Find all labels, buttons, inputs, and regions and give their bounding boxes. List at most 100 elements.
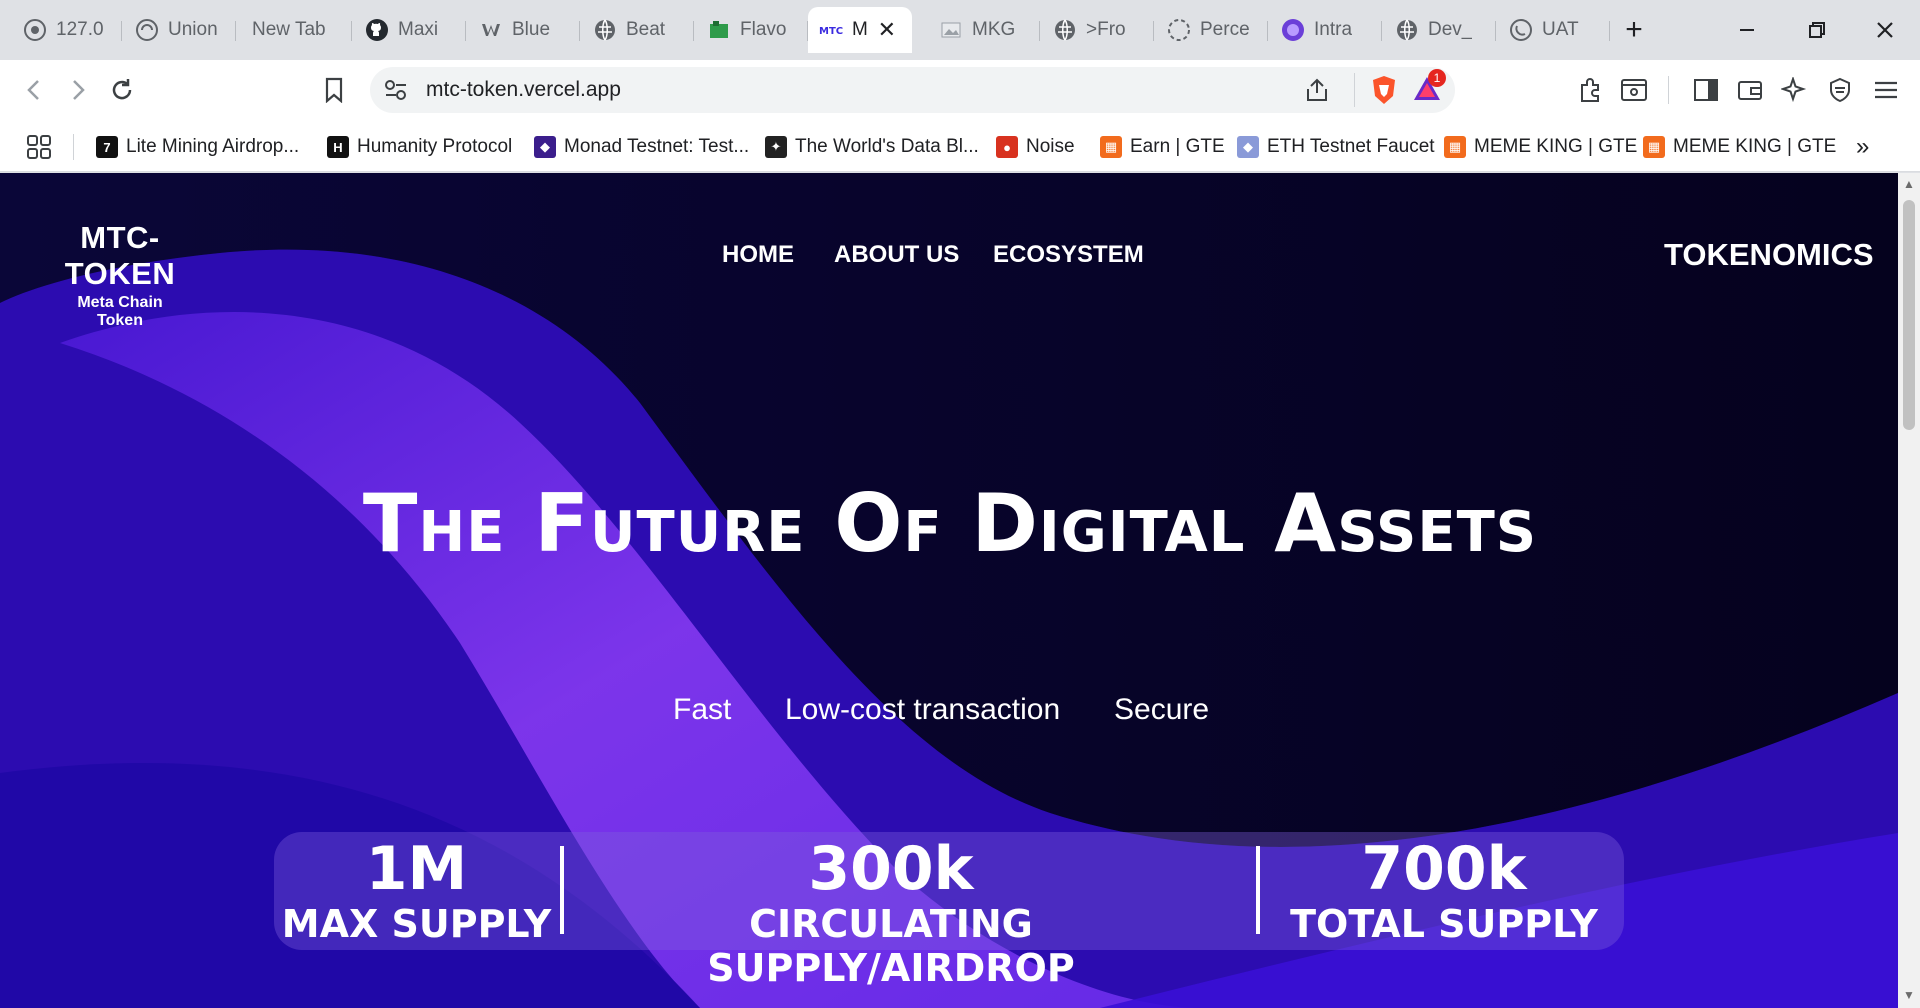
feature-fast: Fast [673, 693, 732, 726]
tab-title: >Fro [1086, 19, 1126, 40]
tab[interactable]: MKG [928, 7, 1040, 53]
nav-about-us[interactable]: ABOUT US [834, 241, 959, 269]
tab-strip: 127.0 Union New Tab Maxi Blue Beat Flavo… [0, 0, 1920, 60]
page-scrollbar[interactable]: ▲ ▼ [1898, 173, 1920, 1008]
site-logo[interactable]: MTC-TOKEN Meta Chain Token [30, 220, 210, 330]
tab-title: Beat [626, 19, 666, 40]
bookmarks-bar: 7 Lite Mining Airdrop... H Humanity Prot… [0, 120, 1920, 172]
tab[interactable]: Union [124, 7, 236, 53]
bookmark-label: The World's Data Bl... [795, 136, 979, 157]
tab-active[interactable]: MTC M ✕ [808, 7, 912, 53]
feature-low-cost: Low-cost transaction [785, 693, 1061, 726]
tab[interactable]: Intra [1270, 7, 1382, 53]
intract-icon [1280, 17, 1306, 43]
hero-title: The Future Of Digital Assets [362, 477, 1538, 570]
browser-toolbar: mtc-token.vercel.app 1 [0, 60, 1920, 120]
tab[interactable]: 127.0 [12, 7, 122, 53]
bookmark-item[interactable]: ◆ Monad Testnet: Test... [534, 133, 749, 161]
apps-icon[interactable] [26, 133, 52, 161]
reload-button[interactable] [102, 70, 142, 110]
share-icon[interactable] [1304, 77, 1330, 108]
more-bookmarks-chevron-icon[interactable]: » [1856, 133, 1869, 161]
tab[interactable]: Blue [468, 7, 580, 53]
bookmark-label: Noise [1026, 136, 1075, 157]
gte-icon: ▦ [1643, 136, 1665, 158]
bookmark-label: Humanity Protocol [357, 136, 513, 157]
back-button[interactable] [14, 70, 54, 110]
minimize-button[interactable] [1720, 8, 1774, 52]
nav-tokenomics[interactable]: TOKENOMICS [1664, 237, 1874, 273]
forward-button[interactable] [58, 70, 98, 110]
tab[interactable]: Perce [1156, 7, 1268, 53]
extensions-icon[interactable] [1570, 70, 1610, 110]
tab-title: Perce [1200, 19, 1250, 40]
humanity-icon: H [327, 136, 349, 158]
tab-title: New Tab [252, 19, 326, 40]
logo-title: MTC-TOKEN [64, 220, 176, 291]
tab-title: Blue [512, 19, 551, 40]
lite-mining-icon: 7 [96, 136, 118, 158]
new-tab-button[interactable]: + [1616, 12, 1652, 48]
stat-divider [560, 846, 564, 934]
flavor-icon [706, 17, 732, 43]
tab[interactable]: Beat [582, 7, 694, 53]
globe-icon [1394, 17, 1420, 43]
tab-title: UAT [1542, 19, 1579, 40]
bookmark-item[interactable]: ▦ MEME KING | GTE [1643, 133, 1836, 161]
tab[interactable]: New Tab [238, 7, 352, 53]
data-blockchain-icon: ✦ [765, 136, 787, 158]
bookmark-item[interactable]: ▦ MEME KING | GTE [1444, 133, 1637, 161]
bookmark-item[interactable]: H Humanity Protocol [327, 133, 512, 161]
tab-title: Flavo [740, 19, 787, 40]
menu-icon[interactable] [1866, 70, 1906, 110]
tab-title: M [852, 19, 868, 40]
vpn-shield-icon[interactable] [1820, 70, 1860, 110]
tab-title: Dev_ [1428, 19, 1473, 40]
bookmark-label: MEME KING | GTE [1673, 136, 1837, 157]
bookmark-item[interactable]: ✦ The World's Data Bl... [765, 133, 979, 161]
tab[interactable]: UAT [1498, 7, 1610, 53]
tab[interactable]: Flavo [696, 7, 808, 53]
bookmark-item[interactable]: ◆ ETH Testnet Faucet [1237, 133, 1435, 161]
tab-title: Intra [1314, 19, 1353, 40]
stat-total-supply: 700k TOTAL SUPPLY [1264, 832, 1624, 950]
tab[interactable]: >Fro [1042, 7, 1154, 53]
bookmark-icon[interactable] [314, 70, 354, 110]
sidebar-icon[interactable] [1686, 70, 1726, 110]
wallet-icon[interactable] [1730, 70, 1770, 110]
noise-icon: ● [996, 136, 1018, 158]
stat-value: 1M [365, 834, 468, 904]
eth-icon: ◆ [1237, 136, 1259, 158]
gte-icon: ▦ [1444, 136, 1466, 158]
bookmark-label: MEME KING | GTE [1474, 136, 1638, 157]
site-settings-icon[interactable] [384, 79, 408, 106]
bookmark-item[interactable]: 7 Lite Mining Airdrop... [96, 133, 299, 161]
github-icon [364, 17, 390, 43]
stat-value: 700k [1361, 834, 1527, 904]
bookmark-item[interactable]: ▦ Earn | GTE [1100, 133, 1225, 161]
tab[interactable]: Maxi [354, 7, 466, 53]
close-window-button[interactable] [1858, 8, 1912, 52]
url-text[interactable]: mtc-token.vercel.app [426, 78, 621, 102]
reader-mode-icon[interactable] [1614, 70, 1654, 110]
close-tab-icon[interactable]: ✕ [876, 17, 898, 42]
scroll-thumb[interactable] [1903, 200, 1915, 430]
gte-icon: ▦ [1100, 136, 1122, 158]
mtc-icon: MTC [818, 17, 844, 43]
leo-ai-icon[interactable] [1774, 70, 1814, 110]
tab-title: Union [168, 19, 218, 40]
bookmark-label: ETH Testnet Faucet [1267, 136, 1435, 157]
tab[interactable]: Dev_ [1384, 7, 1496, 53]
stat-circulating-supply: 300k CIRCULATING SUPPLY/AIRDROP [566, 832, 1216, 990]
scroll-up-icon[interactable]: ▲ [1902, 177, 1916, 191]
stat-label: MAX SUPPLY [281, 902, 552, 946]
loading-icon [1166, 17, 1192, 43]
bookmark-item[interactable]: ● Noise [996, 133, 1075, 161]
restore-button[interactable] [1790, 8, 1844, 52]
scroll-down-icon[interactable]: ▼ [1902, 988, 1916, 1002]
brave-shields-icon[interactable] [1370, 75, 1398, 110]
address-bar[interactable]: mtc-token.vercel.app 1 [370, 67, 1455, 113]
nav-ecosystem[interactable]: ECOSYSTEM [993, 241, 1144, 269]
nav-home[interactable]: HOME [722, 241, 794, 269]
union-icon [134, 17, 160, 43]
